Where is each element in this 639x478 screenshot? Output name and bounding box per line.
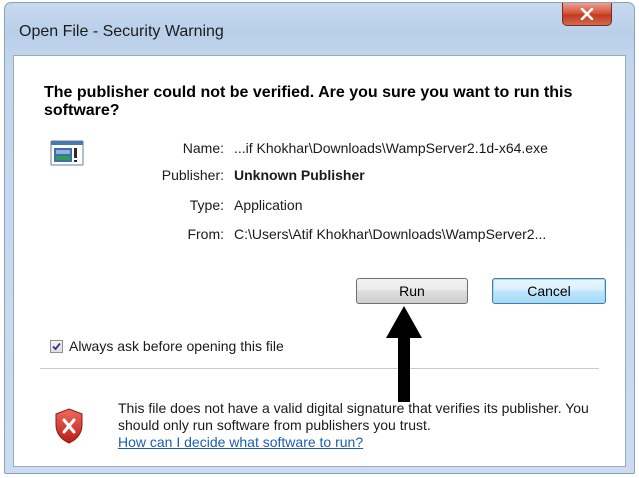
close-icon <box>580 8 594 20</box>
title-bar[interactable]: Open File - Security Warning <box>5 3 634 55</box>
warning-heading: The publisher could not be verified. Are… <box>44 84 573 119</box>
from-value: C:\Users\Atif Khokhar\Downloads\WampServ… <box>234 226 547 242</box>
name-label: Name: <box>182 140 224 156</box>
always-ask-option[interactable]: Always ask before opening this file <box>50 338 284 354</box>
cancel-button[interactable]: Cancel <box>492 278 606 304</box>
close-button[interactable] <box>562 3 612 26</box>
always-ask-label: Always ask before opening this file <box>69 338 284 354</box>
publisher-label: Publisher: <box>161 167 224 183</box>
type-label: Type: <box>189 197 224 213</box>
application-icon <box>50 140 84 166</box>
run-button[interactable]: Run <box>356 278 468 304</box>
name-value: ...if Khokhar\Downloads\WampServer2.1d-x… <box>234 140 548 156</box>
type-value: Application <box>234 197 303 213</box>
security-warning-dialog: Open File - Security Warning The publish… <box>4 2 635 474</box>
dialog-body: The publisher could not be verified. Are… <box>13 55 626 467</box>
window-title: Open File - Security Warning <box>19 23 224 40</box>
from-label: From: <box>187 226 224 242</box>
checkmark-icon <box>52 342 61 350</box>
help-link[interactable]: How can I decide what software to run? <box>118 434 363 450</box>
warning-message: This file does not have a valid digital … <box>118 400 608 451</box>
always-ask-checkbox[interactable] <box>50 339 63 353</box>
publisher-value: Unknown Publisher <box>234 167 365 183</box>
divider <box>40 368 599 369</box>
up-arrow-icon <box>386 306 422 402</box>
warning-text: This file does not have a valid digital … <box>118 400 589 433</box>
shield-x-icon <box>55 408 83 444</box>
